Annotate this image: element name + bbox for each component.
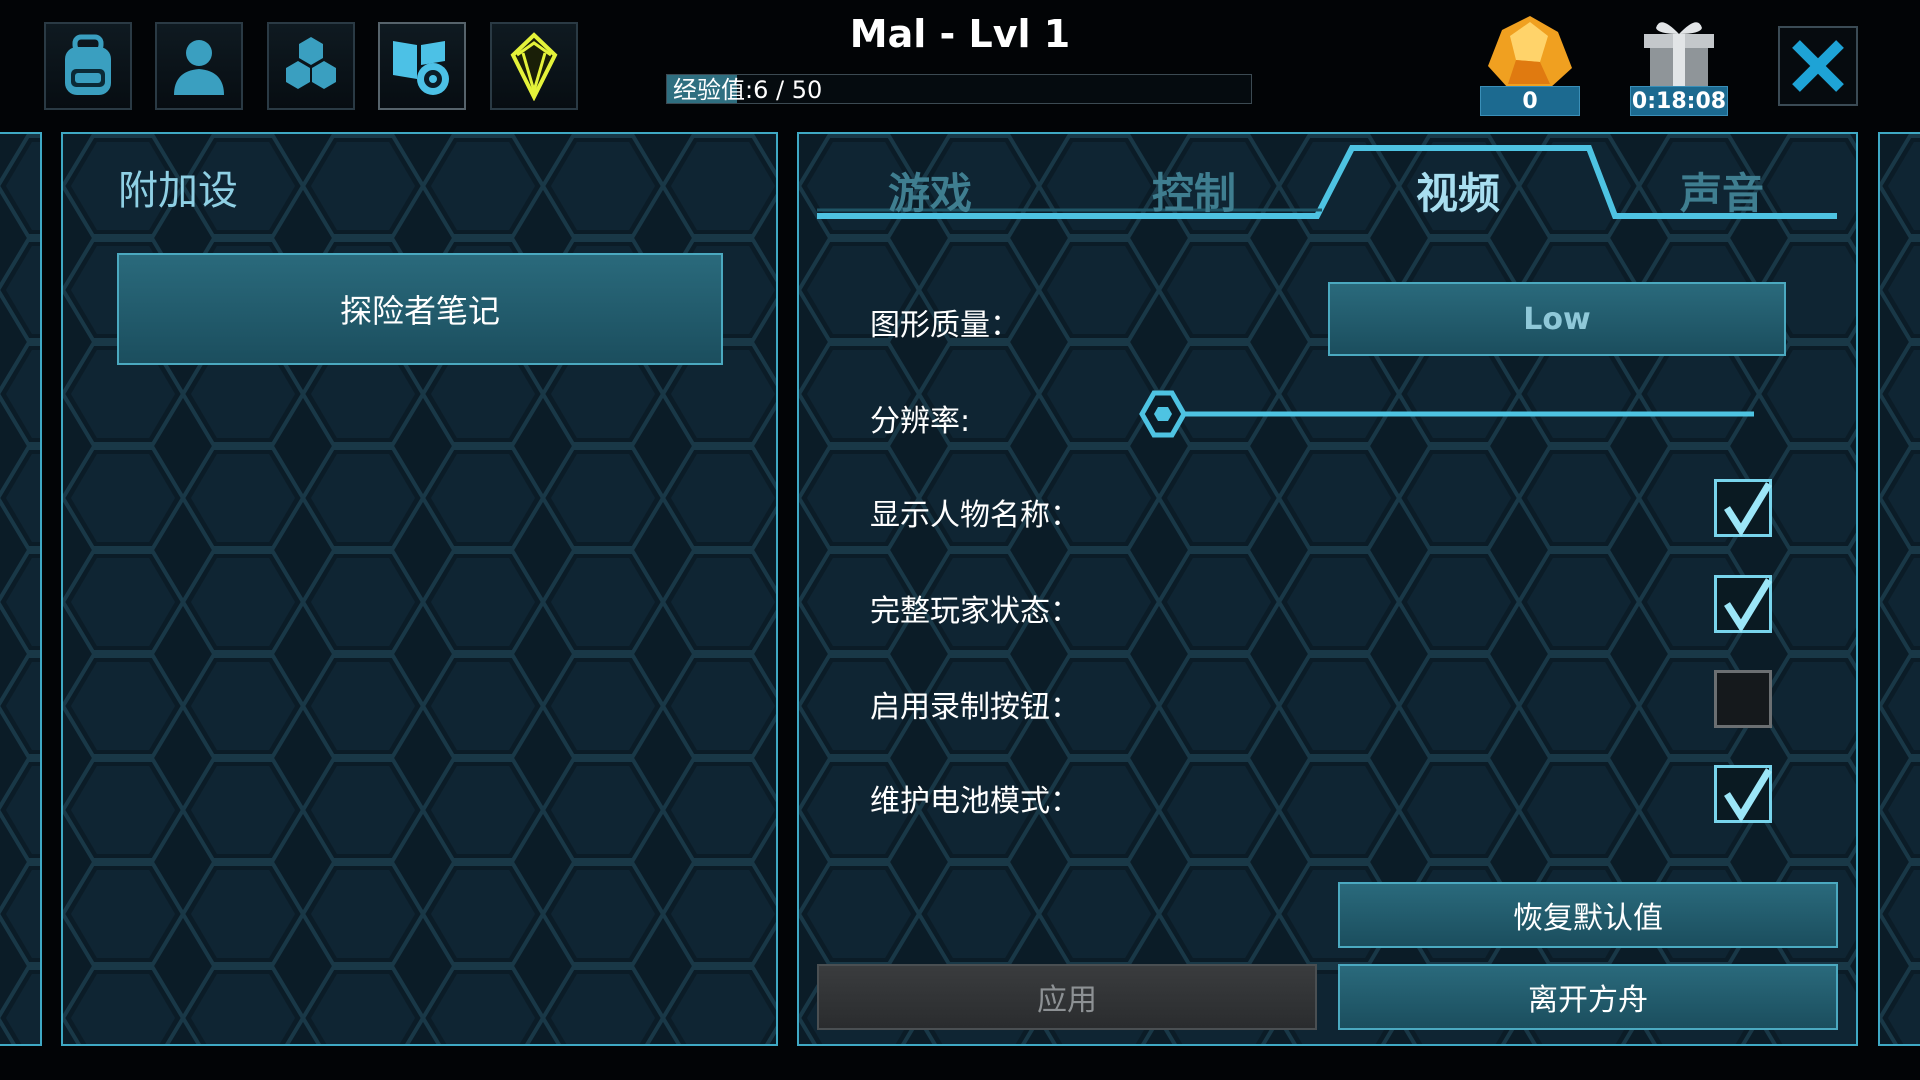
- resolution-label: 分辨率:: [870, 404, 971, 439]
- xp-bar: 经验值:6 / 50: [666, 74, 1252, 104]
- tab-sound[interactable]: 声音: [1680, 160, 1764, 221]
- checkmark-icon: [1724, 482, 1772, 537]
- explorer-notes-button[interactable]: 探险者笔记: [117, 253, 723, 365]
- tab-controls[interactable]: 控制: [1152, 160, 1236, 221]
- show-names-checkbox[interactable]: [1714, 479, 1772, 537]
- amber-gem-icon: [1488, 16, 1572, 88]
- restore-defaults-button[interactable]: 恢复默认值: [1338, 882, 1838, 948]
- player-title: Mal - Lvl 1: [849, 12, 1071, 56]
- record-button-checkbox[interactable]: [1714, 670, 1772, 728]
- xp-text: 经验值:6 / 50: [673, 76, 823, 104]
- tab-game[interactable]: 游戏: [888, 160, 972, 221]
- tribe-button[interactable]: [490, 22, 578, 110]
- book-gear-icon: [393, 41, 449, 95]
- left-edge-panel: [0, 132, 42, 1046]
- full-status-label: 完整玩家状态：: [870, 594, 1080, 629]
- checkmark-icon: [1724, 768, 1772, 823]
- close-icon: [1792, 40, 1844, 92]
- character-button[interactable]: [155, 22, 243, 110]
- right-edge-panel: [1878, 132, 1920, 1046]
- extras-title: 附加设: [118, 168, 238, 214]
- engrams-button[interactable]: [267, 22, 355, 110]
- full-status-checkbox[interactable]: [1714, 575, 1772, 633]
- show-names-label: 显示人物名称：: [870, 498, 1080, 533]
- gems-count: 0: [1480, 86, 1580, 116]
- hexagons-icon: [286, 37, 336, 89]
- resolution-slider[interactable]: [1136, 387, 1756, 441]
- apply-button[interactable]: 应用: [817, 964, 1317, 1030]
- tab-video[interactable]: 视频: [1416, 160, 1500, 221]
- leave-ark-button[interactable]: 离开方舟: [1338, 964, 1838, 1030]
- backpack-icon: [65, 34, 111, 95]
- person-icon: [174, 40, 224, 95]
- close-button[interactable]: [1778, 26, 1858, 106]
- battery-mode-label: 维护电池模式：: [870, 784, 1080, 819]
- inventory-button[interactable]: [44, 22, 132, 110]
- gift-timer[interactable]: 0:18:08: [1630, 12, 1728, 116]
- checkmark-icon: [1724, 578, 1772, 633]
- gift-box-icon: [1644, 22, 1714, 88]
- crystal-icon: [510, 32, 558, 101]
- graphics-quality-label: 图形质量：: [870, 308, 1020, 343]
- graphics-quality-select[interactable]: Low: [1328, 282, 1786, 356]
- record-button-label: 启用录制按钮：: [870, 690, 1080, 725]
- settings-button[interactable]: [378, 22, 466, 110]
- battery-mode-checkbox[interactable]: [1714, 765, 1772, 823]
- gift-timer-text: 0:18:08: [1630, 86, 1728, 116]
- gems-counter[interactable]: 0: [1480, 12, 1580, 116]
